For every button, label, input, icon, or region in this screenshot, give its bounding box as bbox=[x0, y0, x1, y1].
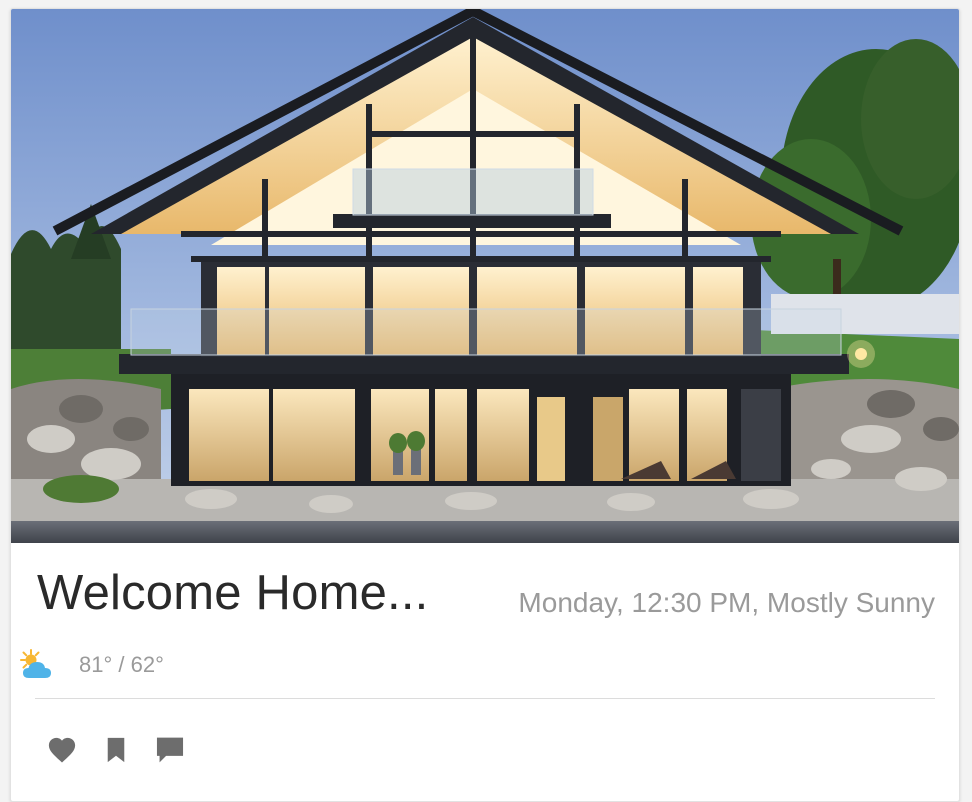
card: Welcome Home... Monday, 12:30 PM, Mostly… bbox=[10, 8, 960, 802]
bookmark-button[interactable] bbox=[99, 733, 133, 767]
action-bar bbox=[45, 733, 207, 767]
like-button[interactable] bbox=[45, 733, 79, 767]
hero-image[interactable] bbox=[11, 9, 959, 543]
weather-row: 81° / 62° bbox=[17, 645, 164, 685]
bookmark-icon bbox=[107, 737, 125, 763]
partly-sunny-icon bbox=[17, 648, 57, 682]
heart-icon bbox=[48, 737, 76, 763]
card-subtitle: Monday, 12:30 PM, Mostly Sunny bbox=[518, 587, 935, 618]
temperature-range: 81° / 62° bbox=[79, 652, 164, 677]
comment-icon bbox=[156, 737, 184, 763]
comment-button[interactable] bbox=[153, 733, 187, 767]
divider bbox=[35, 698, 935, 699]
card-title: Welcome Home... bbox=[37, 566, 429, 620]
